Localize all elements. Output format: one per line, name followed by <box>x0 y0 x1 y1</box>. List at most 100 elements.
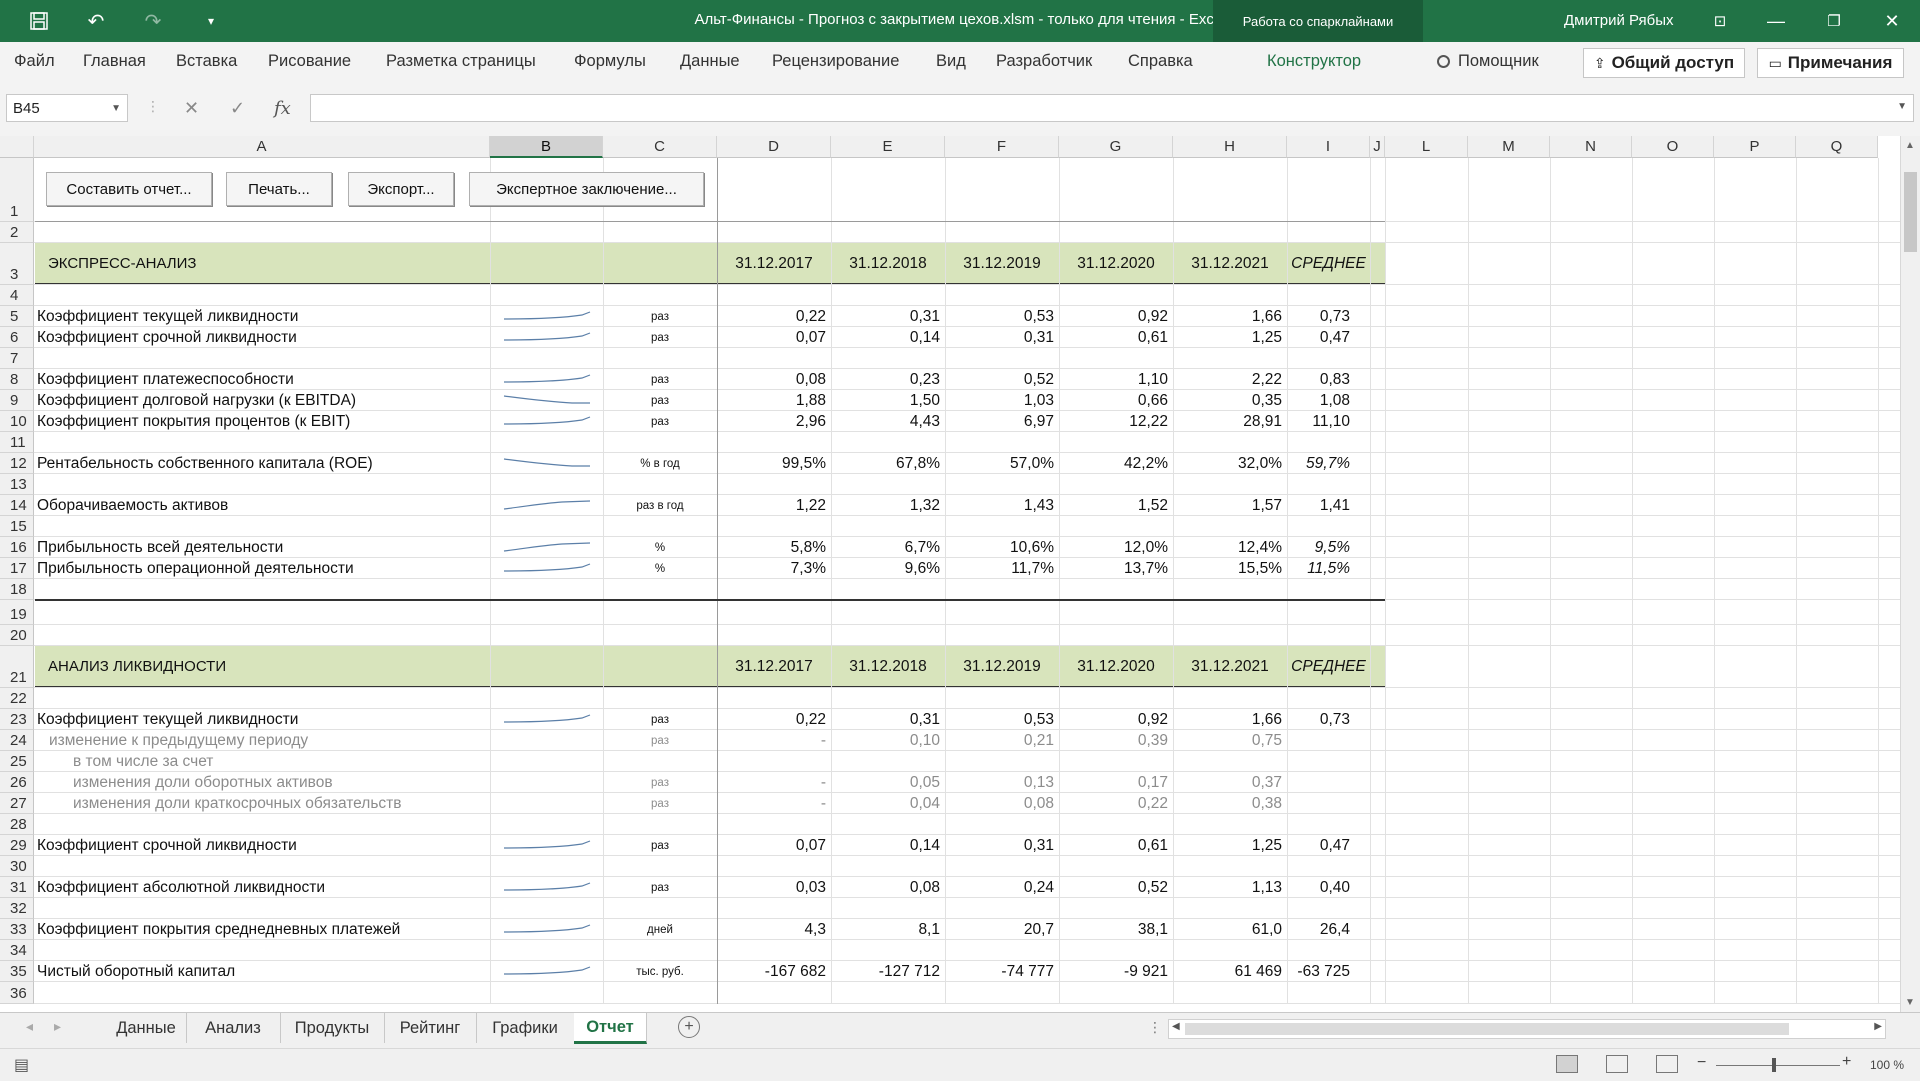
comments-button[interactable]: ▭ Примечания <box>1757 48 1904 78</box>
restore-button[interactable]: ❐ <box>1806 0 1862 42</box>
ribbon-display-icon[interactable]: ⊡ <box>1692 0 1748 42</box>
sparkline[interactable] <box>502 964 592 978</box>
scroll-down-icon[interactable]: ▼ <box>1905 997 1915 1008</box>
hscroll-thumb[interactable] <box>1185 1023 1789 1035</box>
cancel-icon[interactable]: ✕ <box>184 98 199 119</box>
row-header-36[interactable]: 36 <box>0 982 34 1004</box>
row-header-9[interactable]: 9 <box>0 390 34 411</box>
add-sheet-icon[interactable]: + <box>678 1016 700 1038</box>
zoom-level[interactable]: 100 % <box>1870 1058 1904 1072</box>
row-header-11[interactable]: 11 <box>0 432 34 453</box>
column-header-o[interactable]: O <box>1632 136 1714 158</box>
tab-data[interactable]: Данные <box>680 52 740 71</box>
column-header-n[interactable]: N <box>1550 136 1632 158</box>
worksheet-grid[interactable]: A B C D E F G H I J L M N O P Q 1 2 3 4 5 6 7 8 9 10 11 12 13 14 15 16 1… <box>0 136 1900 1012</box>
zoom-out-icon[interactable]: − <box>1697 1054 1706 1072</box>
tab-report[interactable]: Отчет <box>574 1013 647 1044</box>
row-header-4[interactable]: 4 <box>0 285 34 306</box>
column-header-h[interactable]: H <box>1173 136 1287 158</box>
name-box[interactable]: B45 ▼ <box>6 94 128 122</box>
column-header-m[interactable]: M <box>1468 136 1550 158</box>
column-header-q[interactable]: Q <box>1796 136 1878 158</box>
formula-input[interactable]: ▼ <box>310 94 1914 122</box>
row-header-14[interactable]: 14 <box>0 495 34 516</box>
row-header-6[interactable]: 6 <box>0 327 34 348</box>
tab-page-layout[interactable]: Разметка страницы <box>386 52 536 71</box>
tab-developer[interactable]: Разработчик <box>996 52 1092 71</box>
row-header-1[interactable]: 1 <box>0 158 34 222</box>
row-header-27[interactable]: 27 <box>0 793 34 814</box>
tab-split-handle[interactable]: ⋮ <box>1148 1019 1162 1036</box>
select-all-corner[interactable] <box>0 136 34 158</box>
tab-rating[interactable]: Рейтинг <box>384 1013 477 1043</box>
page-break-view-icon[interactable] <box>1656 1055 1678 1073</box>
expert-button[interactable]: Экспертное заключение... <box>469 172 704 206</box>
row-header-3[interactable]: 3 <box>0 243 34 285</box>
enter-icon[interactable]: ✓ <box>230 98 245 119</box>
column-header-e[interactable]: E <box>831 136 945 158</box>
scroll-thumb[interactable] <box>1904 172 1917 252</box>
row-header-13[interactable]: 13 <box>0 474 34 495</box>
sparkline[interactable] <box>502 330 592 344</box>
row-header-5[interactable]: 5 <box>0 306 34 327</box>
tab-review[interactable]: Рецензирование <box>772 52 899 71</box>
sparkline[interactable] <box>502 498 592 512</box>
tab-products[interactable]: Продукты <box>280 1013 385 1043</box>
tab-draw[interactable]: Рисование <box>268 52 351 71</box>
row-header-22[interactable]: 22 <box>0 688 34 709</box>
redo-icon[interactable]: ↷ <box>132 0 174 42</box>
column-header-a[interactable]: A <box>34 136 490 158</box>
row-header-18[interactable]: 18 <box>0 579 34 600</box>
tab-design[interactable]: Конструктор <box>1267 52 1361 71</box>
row-header-35[interactable]: 35 <box>0 961 34 982</box>
sparkline[interactable] <box>502 712 592 726</box>
zoom-slider[interactable] <box>1716 1065 1840 1066</box>
user-name[interactable]: Дмитрий Рябых <box>1564 12 1674 29</box>
export-button[interactable]: Экспорт... <box>348 172 454 206</box>
sparkline[interactable] <box>502 922 592 936</box>
column-header-g[interactable]: G <box>1059 136 1173 158</box>
context-tab-sparklines[interactable]: Работа со спарклайнами <box>1213 0 1423 42</box>
sparkline[interactable] <box>502 880 592 894</box>
close-button[interactable]: ✕ <box>1864 0 1920 42</box>
row-header-7[interactable]: 7 <box>0 348 34 369</box>
tab-data-sheet[interactable]: Данные <box>106 1013 187 1043</box>
report-button[interactable]: Составить отчет... <box>46 172 212 206</box>
tab-formulas[interactable]: Формулы <box>574 52 646 71</box>
sparkline[interactable] <box>502 393 592 407</box>
sparkline[interactable] <box>502 540 592 554</box>
row-header-21[interactable]: 21 <box>0 646 34 688</box>
row-header-24[interactable]: 24 <box>0 730 34 751</box>
more-icon[interactable]: ⋮ <box>146 98 160 115</box>
vertical-scrollbar[interactable]: ▲ ▼ <box>1900 136 1920 1012</box>
scroll-up-icon[interactable]: ▲ <box>1905 140 1915 151</box>
row-header-8[interactable]: 8 <box>0 369 34 390</box>
prev-sheet-icon[interactable]: ◂ <box>26 1018 33 1035</box>
row-header-29[interactable]: 29 <box>0 835 34 856</box>
row-header-19[interactable]: 19 <box>0 600 34 625</box>
insert-function-icon[interactable]: fx <box>274 98 291 119</box>
sparkline[interactable] <box>502 456 592 470</box>
row-header-10[interactable]: 10 <box>0 411 34 432</box>
normal-view-icon[interactable] <box>1556 1055 1578 1073</box>
scroll-left-icon[interactable]: ◀ <box>1172 1021 1180 1032</box>
zoom-in-icon[interactable]: + <box>1842 1053 1851 1071</box>
row-header-26[interactable]: 26 <box>0 772 34 793</box>
row-header-15[interactable]: 15 <box>0 516 34 537</box>
row-header-20[interactable]: 20 <box>0 625 34 646</box>
row-header-33[interactable]: 33 <box>0 919 34 940</box>
row-header-31[interactable]: 31 <box>0 877 34 898</box>
row-header-2[interactable]: 2 <box>0 222 34 243</box>
expand-icon[interactable]: ▼ <box>1897 101 1907 112</box>
tab-insert[interactable]: Вставка <box>176 52 237 71</box>
sparkline[interactable] <box>502 309 592 323</box>
sparkline[interactable] <box>502 838 592 852</box>
tab-help[interactable]: Справка <box>1128 52 1193 71</box>
save-icon[interactable] <box>18 0 60 42</box>
sparkline[interactable] <box>502 372 592 386</box>
sparkline[interactable] <box>502 414 592 428</box>
tab-view[interactable]: Вид <box>936 52 966 71</box>
column-header-c[interactable]: C <box>603 136 717 158</box>
chevron-down-icon[interactable]: ▼ <box>111 95 121 123</box>
horizontal-scrollbar[interactable]: ◀ ▶ <box>1168 1019 1886 1039</box>
